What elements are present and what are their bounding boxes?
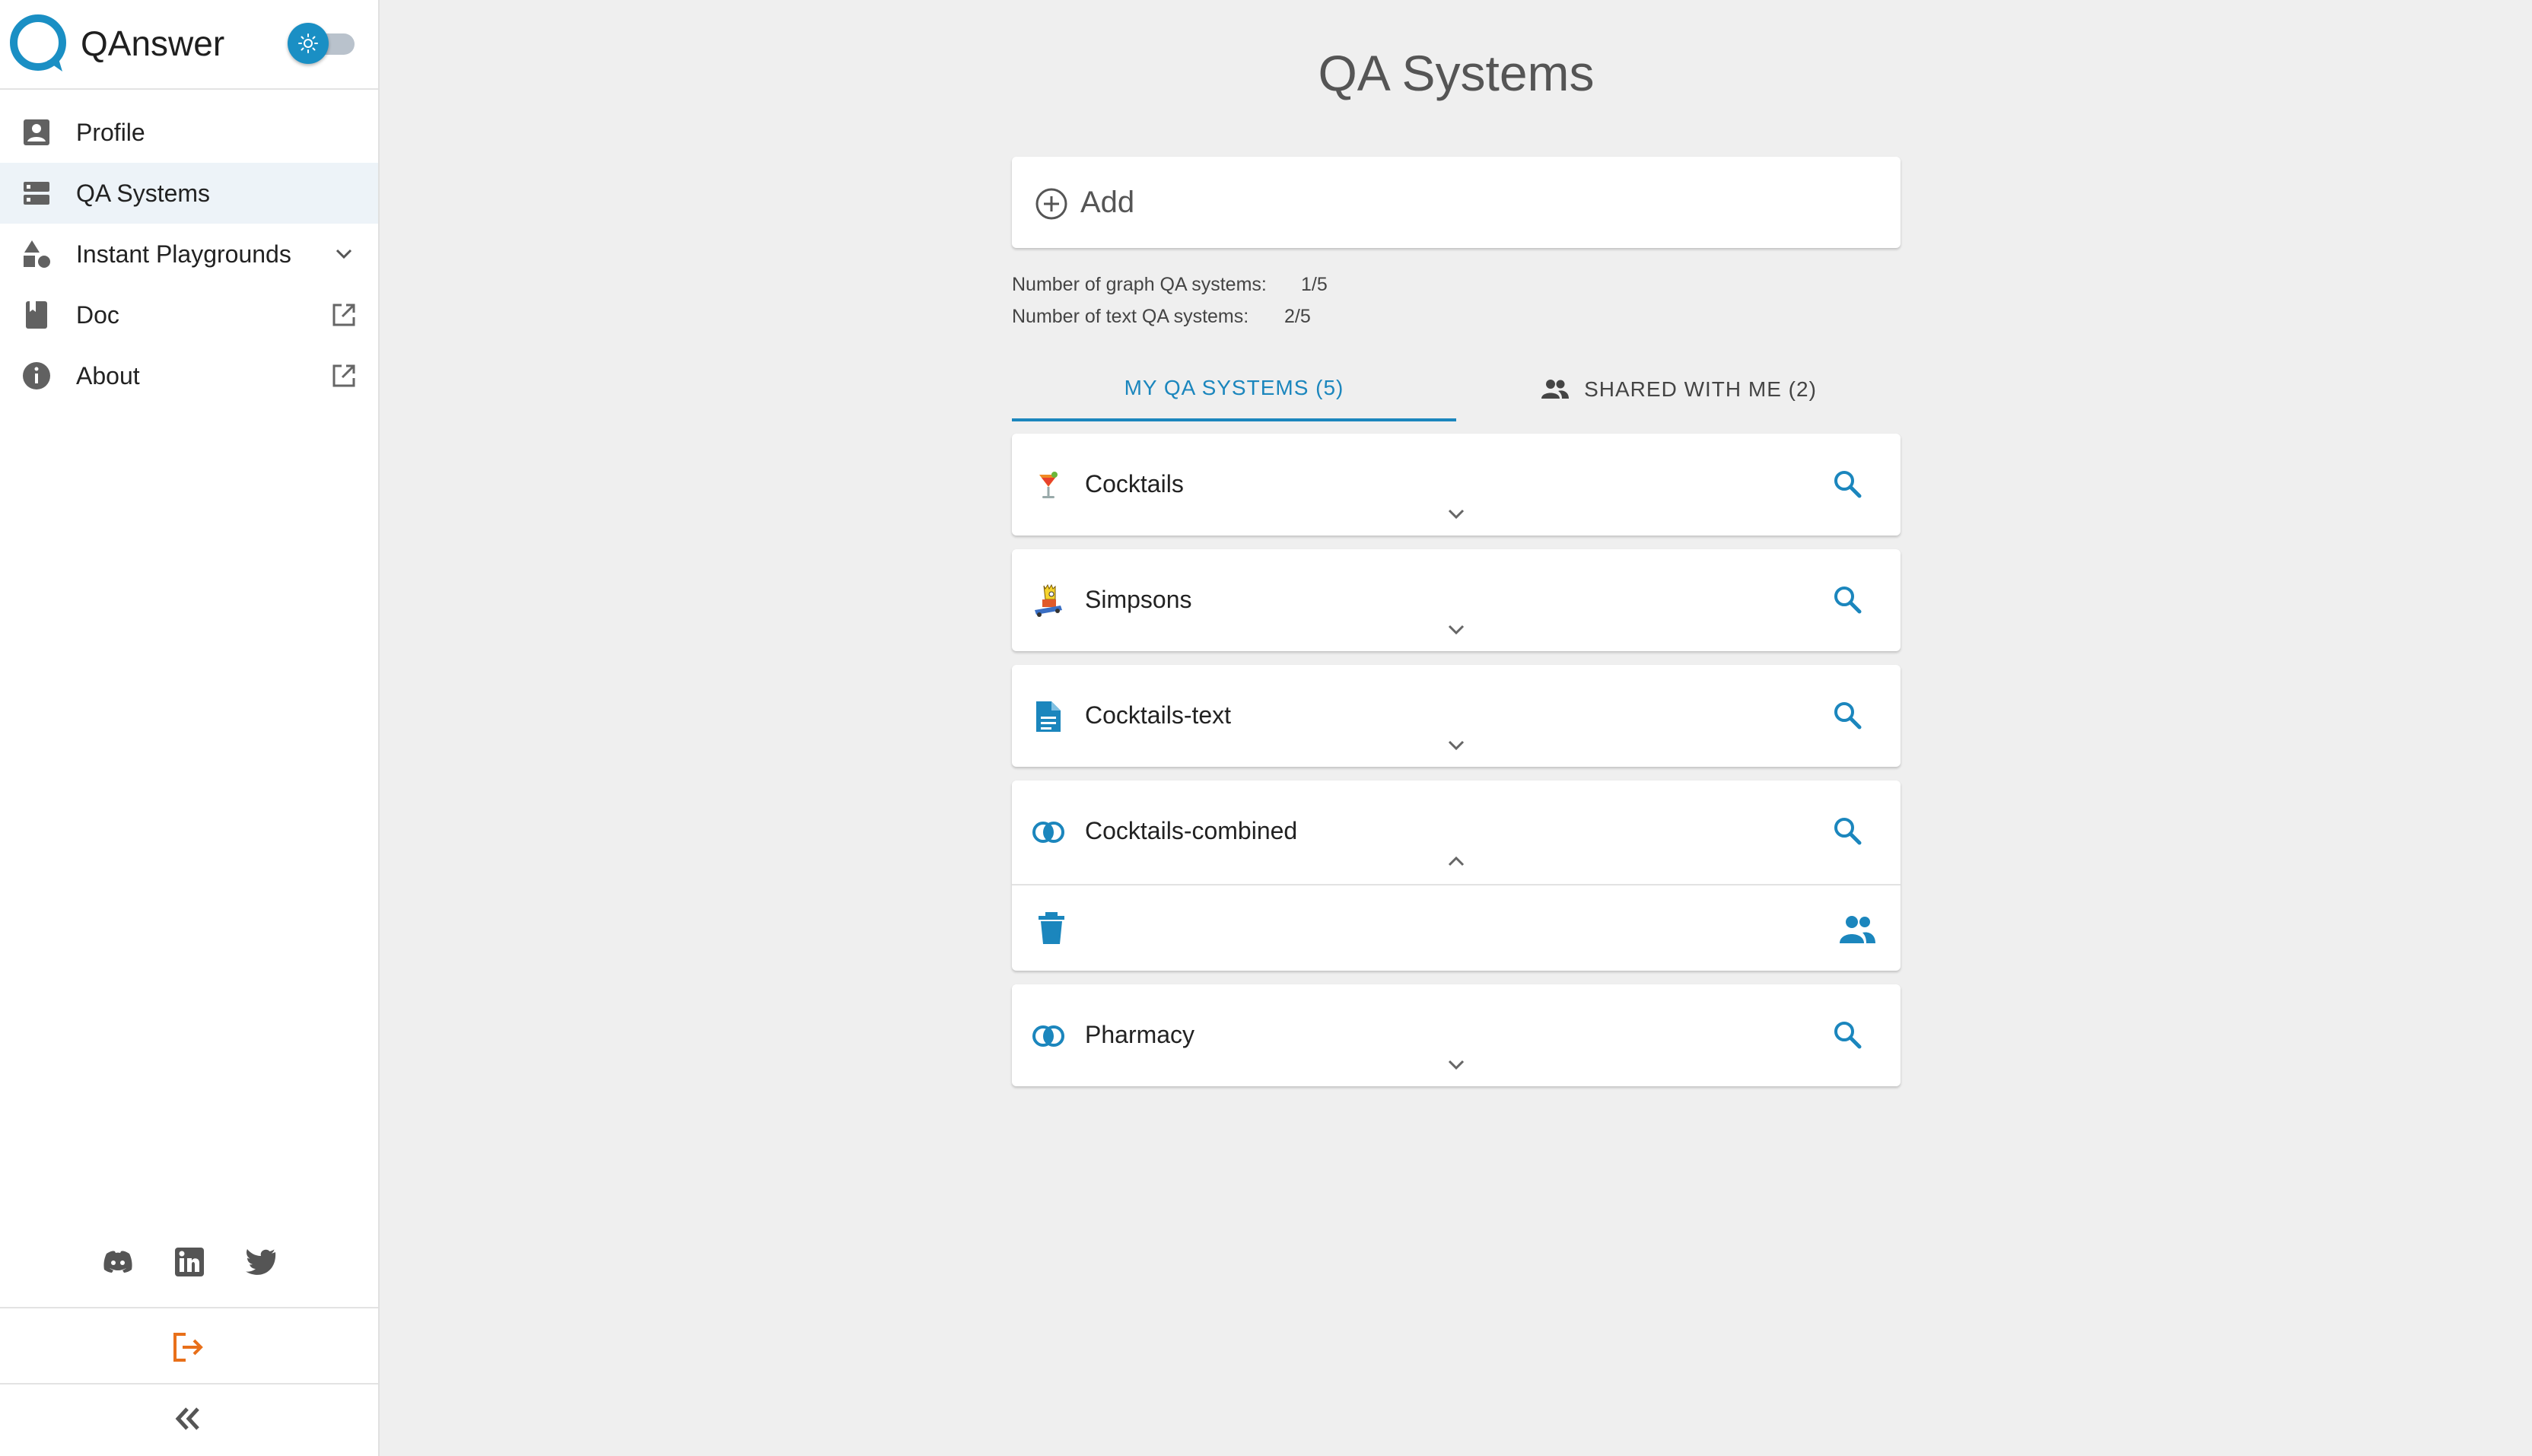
text-systems-label: Number of text QA systems:: [1012, 306, 1249, 327]
sidebar-item-label: QA Systems: [76, 179, 211, 207]
chevron-down-icon[interactable]: [330, 240, 358, 268]
storage-icon: [24, 182, 49, 205]
text-systems-value: 2/5: [1284, 306, 1311, 327]
qa-system-card-expanded[interactable]: Cocktails-combined: [1012, 780, 1901, 971]
combined-icon: [1032, 822, 1064, 843]
sidebar-item-about[interactable]: About: [0, 345, 378, 406]
share-users-icon[interactable]: [1838, 913, 1876, 946]
combined-icon: [1032, 1025, 1064, 1047]
external-link-icon[interactable]: [330, 362, 358, 389]
shapes-icon: [24, 240, 50, 268]
graph-systems-label: Number of graph QA systems:: [1012, 274, 1267, 295]
twitter-icon[interactable]: [243, 1245, 278, 1280]
sidebar-nav: Profile QA Systems Instant Playgrounds D…: [0, 102, 378, 406]
social-links: [0, 1245, 378, 1287]
qa-system-name: Simpsons: [1085, 586, 1192, 613]
chevron-down-icon[interactable]: [1441, 1050, 1471, 1080]
qa-system-name: Pharmacy: [1085, 1021, 1195, 1048]
qanswer-logo-icon[interactable]: [9, 14, 68, 75]
group-icon: [1541, 380, 1570, 399]
chevron-up-icon[interactable]: [1441, 846, 1471, 876]
add-circle-icon: [1035, 188, 1067, 220]
document-icon: [1036, 701, 1061, 732]
person-badge-icon: [24, 119, 49, 145]
sidebar-item-label: About: [76, 361, 140, 389]
search-icon[interactable]: [1829, 581, 1866, 618]
tab-label: MY QA SYSTEMS (5): [1124, 376, 1344, 399]
qa-system-card[interactable]: Simpsons: [1012, 549, 1901, 651]
graph-systems-value: 1/5: [1301, 274, 1328, 295]
search-icon[interactable]: [1829, 466, 1866, 502]
chevron-down-icon[interactable]: [1441, 499, 1471, 529]
sidebar-item-qa-systems[interactable]: QA Systems: [0, 163, 378, 224]
sidebar-item-doc[interactable]: Doc: [0, 285, 378, 345]
info-icon: [23, 362, 50, 389]
cocktail-icon: [1039, 472, 1058, 498]
search-icon[interactable]: [1829, 1016, 1866, 1053]
search-icon[interactable]: [1829, 812, 1866, 849]
brand-header: QAnswer: [0, 0, 378, 90]
linkedin-icon[interactable]: [172, 1245, 207, 1280]
sidebar: QAnswer Profile QA Systems Instant Playg…: [0, 0, 380, 1456]
logout-icon: [173, 1333, 203, 1362]
chevron-down-icon[interactable]: [1441, 730, 1471, 761]
discord-icon[interactable]: [100, 1245, 135, 1280]
logout-button[interactable]: [0, 1307, 378, 1384]
qa-system-tabs: MY QA SYSTEMS (5) SHARED WITH ME (2): [1012, 358, 1901, 421]
sidebar-item-label: Profile: [76, 118, 145, 146]
sidebar-item-profile[interactable]: Profile: [0, 102, 378, 163]
sidebar-item-label: Instant Playgrounds: [76, 240, 291, 268]
qa-system-card[interactable]: Cocktails-text: [1012, 665, 1901, 767]
divider: [1012, 884, 1901, 885]
qa-system-card[interactable]: Pharmacy: [1012, 984, 1901, 1086]
page-title: QA Systems: [1318, 45, 1595, 101]
tab-shared-with-me[interactable]: SHARED WITH ME (2): [1456, 358, 1901, 421]
add-qa-system-button[interactable]: Add: [1012, 157, 1901, 248]
tab-my-qa-systems[interactable]: MY QA SYSTEMS (5): [1012, 358, 1456, 421]
qa-system-card[interactable]: Cocktails: [1012, 434, 1901, 536]
simpsons-icon: [1035, 583, 1062, 617]
theme-toggle[interactable]: [288, 23, 356, 64]
qa-system-name: Cocktails-combined: [1085, 817, 1298, 844]
qa-system-name: Cocktails-text: [1085, 701, 1232, 729]
tab-label: SHARED WITH ME (2): [1584, 377, 1817, 401]
sidebar-item-label: Doc: [76, 300, 119, 329]
sun-icon: [288, 23, 329, 64]
chevron-down-icon[interactable]: [1441, 615, 1471, 645]
sidebar-item-instant-playgrounds[interactable]: Instant Playgrounds: [0, 224, 378, 285]
collapse-sidebar-icon[interactable]: [170, 1401, 205, 1436]
qa-system-stats: Number of graph QA systems: 1/5 Number o…: [1012, 274, 1328, 338]
add-label: Add: [1080, 186, 1135, 219]
app-name: QAnswer: [81, 24, 225, 63]
search-icon[interactable]: [1829, 697, 1866, 733]
trash-icon[interactable]: [1035, 910, 1068, 946]
external-link-icon[interactable]: [330, 301, 358, 329]
qa-system-name: Cocktails: [1085, 470, 1184, 498]
book-icon: [26, 301, 47, 329]
